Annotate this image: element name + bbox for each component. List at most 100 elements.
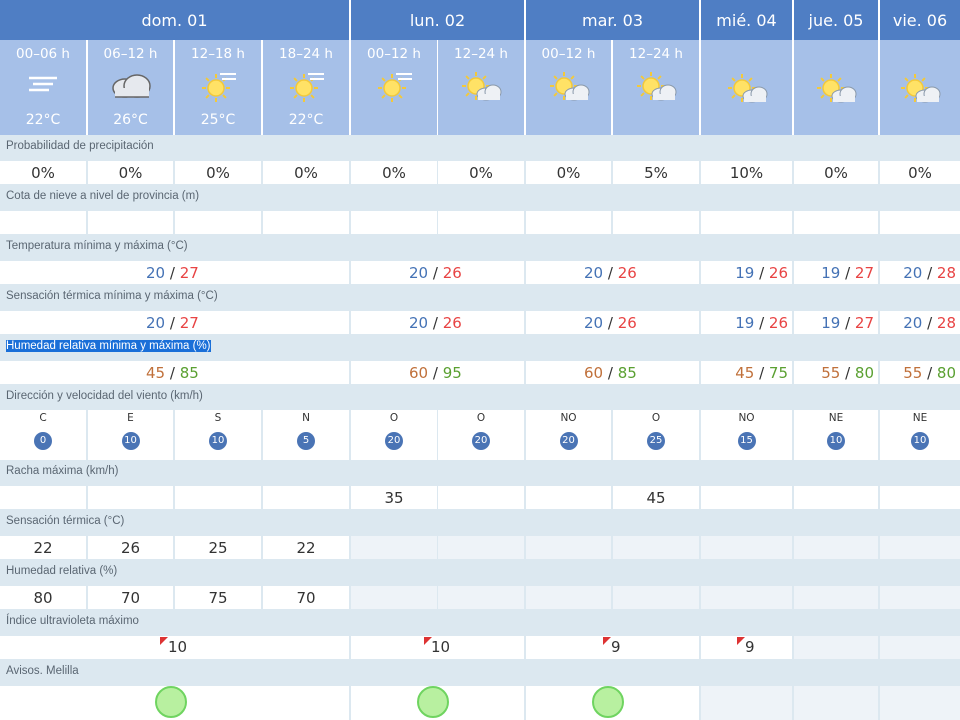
hum-now-cell	[438, 586, 524, 609]
slash: /	[927, 364, 933, 382]
mist-icon	[25, 68, 61, 102]
min-value: 19	[821, 314, 841, 332]
period-label: 12–24 h	[629, 46, 683, 62]
sun-cloud-icon	[633, 68, 679, 108]
feels-now-cell: 26	[88, 536, 173, 559]
min-value: 19	[735, 264, 755, 282]
period-label: 12–18 h	[191, 46, 245, 62]
uv-flag-icon	[737, 637, 745, 645]
max-value: 28	[936, 264, 956, 282]
min-value: 19	[735, 314, 755, 332]
period-cell: 00–12 h	[351, 40, 437, 135]
min-value: 45	[735, 364, 755, 382]
max-value: 26	[768, 314, 788, 332]
period-label: 00–06 h	[16, 46, 70, 62]
precip-cell: 0%	[0, 161, 86, 184]
snow-cell	[438, 211, 524, 234]
wind-speed-badge: 10	[911, 432, 929, 450]
precip-cell: 0%	[175, 161, 261, 184]
precip-value: 10%	[729, 164, 764, 182]
warning-cell	[701, 686, 792, 720]
gust-label: Racha máxima (km/h)	[0, 460, 960, 485]
warning-green-icon[interactable]	[592, 686, 624, 718]
snow-cell	[526, 211, 611, 234]
uv-flag-icon	[160, 637, 168, 645]
temp-cell: 20 / 28	[880, 261, 960, 284]
row-label-text: Humedad relativa (%)	[6, 565, 118, 577]
wind-direction: O	[476, 412, 486, 424]
warning-cell	[351, 686, 524, 720]
max-value: 26	[442, 314, 462, 332]
day-header-mar[interactable]: mar. 03	[526, 0, 699, 40]
slash: /	[169, 314, 175, 332]
feels-now-cell	[526, 536, 611, 559]
max-value: 85	[617, 364, 637, 382]
min-value: 20	[409, 264, 429, 282]
precip-value: 0%	[118, 164, 143, 182]
warning-cell	[0, 686, 349, 720]
uv-value: 10	[431, 638, 451, 656]
day-header-lun[interactable]: lun. 02	[351, 0, 524, 40]
precip-cell: 0%	[88, 161, 173, 184]
hum-now-cell: 80	[0, 586, 86, 609]
row-label-text: Índice ultravioleta máximo	[6, 615, 139, 627]
period-cell	[880, 40, 960, 135]
min-value: 55	[903, 364, 923, 382]
hum-now-cell: 75	[175, 586, 261, 609]
row-label-text: Sensación térmica (°C)	[6, 515, 125, 527]
gust-value: 35	[384, 489, 404, 507]
gust-cell	[263, 486, 349, 509]
min-value: 20	[903, 314, 923, 332]
warning-cell	[880, 686, 960, 720]
slash: /	[759, 314, 765, 332]
feels-label: Sensación térmica mínima y máxima (°C)	[0, 285, 960, 310]
slash: /	[607, 314, 613, 332]
gust-cell: 45	[613, 486, 699, 509]
feels-now-cell	[438, 536, 524, 559]
min-value: 20	[584, 314, 604, 332]
uv-value: 9	[611, 638, 621, 656]
warning-green-icon[interactable]	[155, 686, 187, 718]
wind-cell: C0	[0, 410, 86, 460]
hum-now-cell: 70	[263, 586, 349, 609]
feels-now-cell	[613, 536, 699, 559]
day-header-dom[interactable]: dom. 01	[0, 0, 349, 40]
min-value: 20	[146, 314, 166, 332]
gust-cell	[88, 486, 173, 509]
temp-cell: 20 / 26	[351, 261, 524, 284]
slash: /	[169, 364, 175, 382]
wind-direction: S	[214, 412, 222, 424]
day-header-mie[interactable]: mié. 04	[701, 0, 792, 40]
temp-cell: 20 / 26	[526, 261, 699, 284]
sun-haze-icon	[286, 68, 326, 108]
min-value: 55	[821, 364, 841, 382]
slash: /	[927, 264, 933, 282]
max-value: 27	[179, 264, 199, 282]
uv-cell	[880, 636, 960, 659]
min-value: 20	[584, 264, 604, 282]
gust-cell	[701, 486, 792, 509]
warning-green-icon[interactable]	[417, 686, 449, 718]
hum-now-value: 70	[120, 589, 141, 607]
precip-value: 0%	[908, 164, 932, 182]
uv-cell: 10	[0, 636, 349, 659]
wind-direction: NE	[828, 412, 844, 424]
day-header-vie[interactable]: vie. 06	[880, 0, 960, 40]
period-cell: 00–06 h 22°C	[0, 40, 86, 135]
gust-cell	[175, 486, 261, 509]
feels-cell: 20 / 28	[880, 311, 960, 334]
wind-speed-badge: 25	[647, 432, 665, 450]
precip-cell: 0%	[438, 161, 524, 184]
precip-cell: 0%	[263, 161, 349, 184]
feels-cell: 19 / 27	[794, 311, 878, 334]
wind-speed-badge: 15	[737, 432, 756, 450]
snow-cell	[88, 211, 173, 234]
slash: /	[845, 364, 851, 382]
slash: /	[169, 264, 175, 282]
snow-cell	[794, 211, 878, 234]
wind-direction: NO	[560, 412, 577, 424]
hum-now-value: 70	[296, 589, 316, 607]
wind-direction: O	[651, 412, 661, 424]
day-header-jue[interactable]: jue. 05	[794, 0, 878, 40]
precip-value: 0%	[824, 164, 848, 182]
